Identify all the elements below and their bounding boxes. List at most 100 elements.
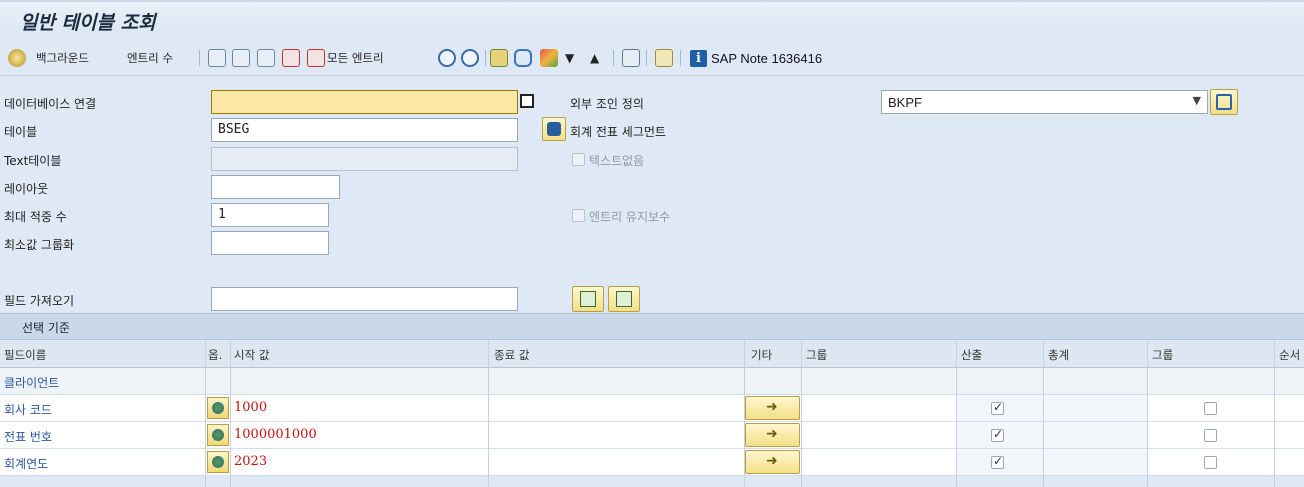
start-value-input[interactable]: 1000001000 xyxy=(234,427,317,442)
output-checkbox[interactable] xyxy=(991,400,1004,415)
undo-icon xyxy=(514,49,532,67)
col-header-start-value: 시작 값 xyxy=(234,348,270,362)
multiple-selection-button[interactable]: ➜ xyxy=(745,396,800,420)
scroll-up-button[interactable]: ▲ xyxy=(590,47,599,69)
field-name-link[interactable]: 회계연도 xyxy=(4,455,48,472)
table-minus-icon xyxy=(307,49,325,67)
toolbar-separator xyxy=(485,50,486,66)
list-icon xyxy=(208,49,226,67)
delete-row-button[interactable] xyxy=(282,47,300,69)
zoom-out-button[interactable] xyxy=(438,47,456,69)
multiple-selection-arrow-icon: ➜ xyxy=(766,453,778,469)
column-divider xyxy=(744,341,745,487)
entry-count-button[interactable]: 엔트리 수 xyxy=(127,47,173,69)
pencil-icon xyxy=(540,49,558,67)
fetch-fields-export-button[interactable] xyxy=(608,286,640,312)
display-list-button-3[interactable] xyxy=(257,47,275,69)
outer-join-select[interactable]: BKPF ▼ xyxy=(881,90,1208,114)
group-checkbox[interactable] xyxy=(1204,456,1217,469)
define-join-button[interactable] xyxy=(1210,89,1238,115)
toolbar-separator xyxy=(680,50,681,66)
fetch-fields-label: 필드 가져오기 xyxy=(4,294,75,308)
outer-join-label: 외부 조인 정의 xyxy=(570,97,644,111)
db-connection-label: 데이터베이스 연결 xyxy=(4,97,97,111)
field-name-link[interactable]: 전표 번호 xyxy=(4,428,52,445)
layout-input[interactable] xyxy=(211,175,340,199)
triangle-down-icon: ▼ xyxy=(565,51,575,65)
selection-form: 데이터베이스 연결 외부 조인 정의 BKPF ▼ 테이블 BSEG 회계 전표… xyxy=(0,84,1304,314)
col-header-group-2: 그룹 xyxy=(1152,348,1174,362)
max-hits-input[interactable]: 1 xyxy=(211,203,329,227)
toolbar-separator xyxy=(199,50,200,66)
start-value-input[interactable]: 2023 xyxy=(234,454,267,469)
column-divider xyxy=(488,341,489,487)
col-header-other: 기타 xyxy=(751,348,773,362)
triangle-up-icon: ▲ xyxy=(590,51,600,65)
selection-option-button[interactable] xyxy=(207,451,229,473)
max-hits-label: 최대 적중 수 xyxy=(4,210,67,224)
min-group-input[interactable] xyxy=(211,231,329,255)
print-button[interactable] xyxy=(490,47,508,69)
zoom-out-icon xyxy=(438,49,456,67)
display-list-button-2[interactable] xyxy=(232,47,250,69)
col-header-field-name: 필드이름 xyxy=(4,348,47,362)
total-cell xyxy=(1044,422,1147,448)
undo-button[interactable] xyxy=(514,47,532,69)
option-arrows-icon xyxy=(212,456,224,468)
multiple-selection-button[interactable]: ➜ xyxy=(745,450,800,474)
column-divider xyxy=(956,341,957,487)
background-label: 백그라운드 xyxy=(36,51,89,65)
fetch-fields-input[interactable] xyxy=(211,287,518,311)
selection-option-button[interactable] xyxy=(207,397,229,419)
selection-option-button[interactable] xyxy=(207,424,229,446)
table-input[interactable]: BSEG xyxy=(211,118,518,142)
min-group-label: 최소값 그룹화 xyxy=(4,238,75,252)
binoculars-icon xyxy=(547,122,561,136)
value-help-button[interactable] xyxy=(520,94,534,108)
output-checkbox[interactable] xyxy=(991,427,1004,442)
layout-button[interactable] xyxy=(622,47,640,69)
no-text-checkbox[interactable] xyxy=(572,153,585,166)
table-search-button[interactable] xyxy=(542,117,566,141)
sap-note-button[interactable]: i SAP Note 1636416 xyxy=(690,47,822,69)
edit-pencil-button[interactable] xyxy=(540,47,558,69)
background-button[interactable]: 백그라운드 xyxy=(8,47,89,69)
zoom-in-button[interactable] xyxy=(461,47,479,69)
toolbar-separator xyxy=(613,50,614,66)
multiple-selection-button[interactable]: ➜ xyxy=(745,423,800,447)
field-name-link[interactable]: 회사 코드 xyxy=(4,401,52,418)
start-value-input[interactable]: 1000 xyxy=(234,400,267,415)
layout-grid-icon xyxy=(622,49,640,67)
col-header-total: 총계 xyxy=(1048,348,1070,362)
display-list-button-1[interactable] xyxy=(208,47,226,69)
list-icon xyxy=(232,49,250,67)
grid-header: 필드이름 옵. 시작 값 종료 값 기타 그룹 산출 총계 그룹 순서 xyxy=(0,341,1304,368)
layout-label: 레이아웃 xyxy=(4,182,49,196)
scroll-down-button[interactable]: ▼ xyxy=(565,47,574,69)
col-header-option: 옵. xyxy=(208,348,223,362)
export-button[interactable] xyxy=(655,47,673,69)
output-checkbox[interactable] xyxy=(991,454,1004,469)
maintain-entries-checkbox[interactable] xyxy=(572,209,585,222)
all-entries-button[interactable]: 모든 엔트리 xyxy=(307,47,384,69)
toolbar-separator xyxy=(646,50,647,66)
total-cell xyxy=(1044,395,1147,421)
text-table-input xyxy=(211,147,518,171)
db-connection-input[interactable] xyxy=(211,90,518,114)
page-title: 일반 테이블 조회 xyxy=(20,12,156,34)
clock-run-icon xyxy=(8,49,26,67)
no-text-label: 텍스트없음 xyxy=(589,154,645,168)
fetch-fields-button[interactable] xyxy=(572,286,604,312)
title-bar: 일반 테이블 조회 xyxy=(0,0,1304,38)
table-row: 회사 코드 1000 ➜ xyxy=(0,395,1304,422)
field-name-link[interactable]: 클라이언트 xyxy=(4,374,59,391)
table-description: 회계 전표 세그먼트 xyxy=(570,125,666,139)
column-divider xyxy=(801,341,802,487)
group-checkbox[interactable] xyxy=(1204,429,1217,442)
table-row: 회계연도 2023 ➜ xyxy=(0,449,1304,476)
column-divider xyxy=(205,341,206,487)
col-header-group: 그룹 xyxy=(806,348,828,362)
table-minus-icon xyxy=(282,49,300,67)
col-header-output: 산출 xyxy=(961,348,983,362)
group-checkbox[interactable] xyxy=(1204,402,1217,415)
